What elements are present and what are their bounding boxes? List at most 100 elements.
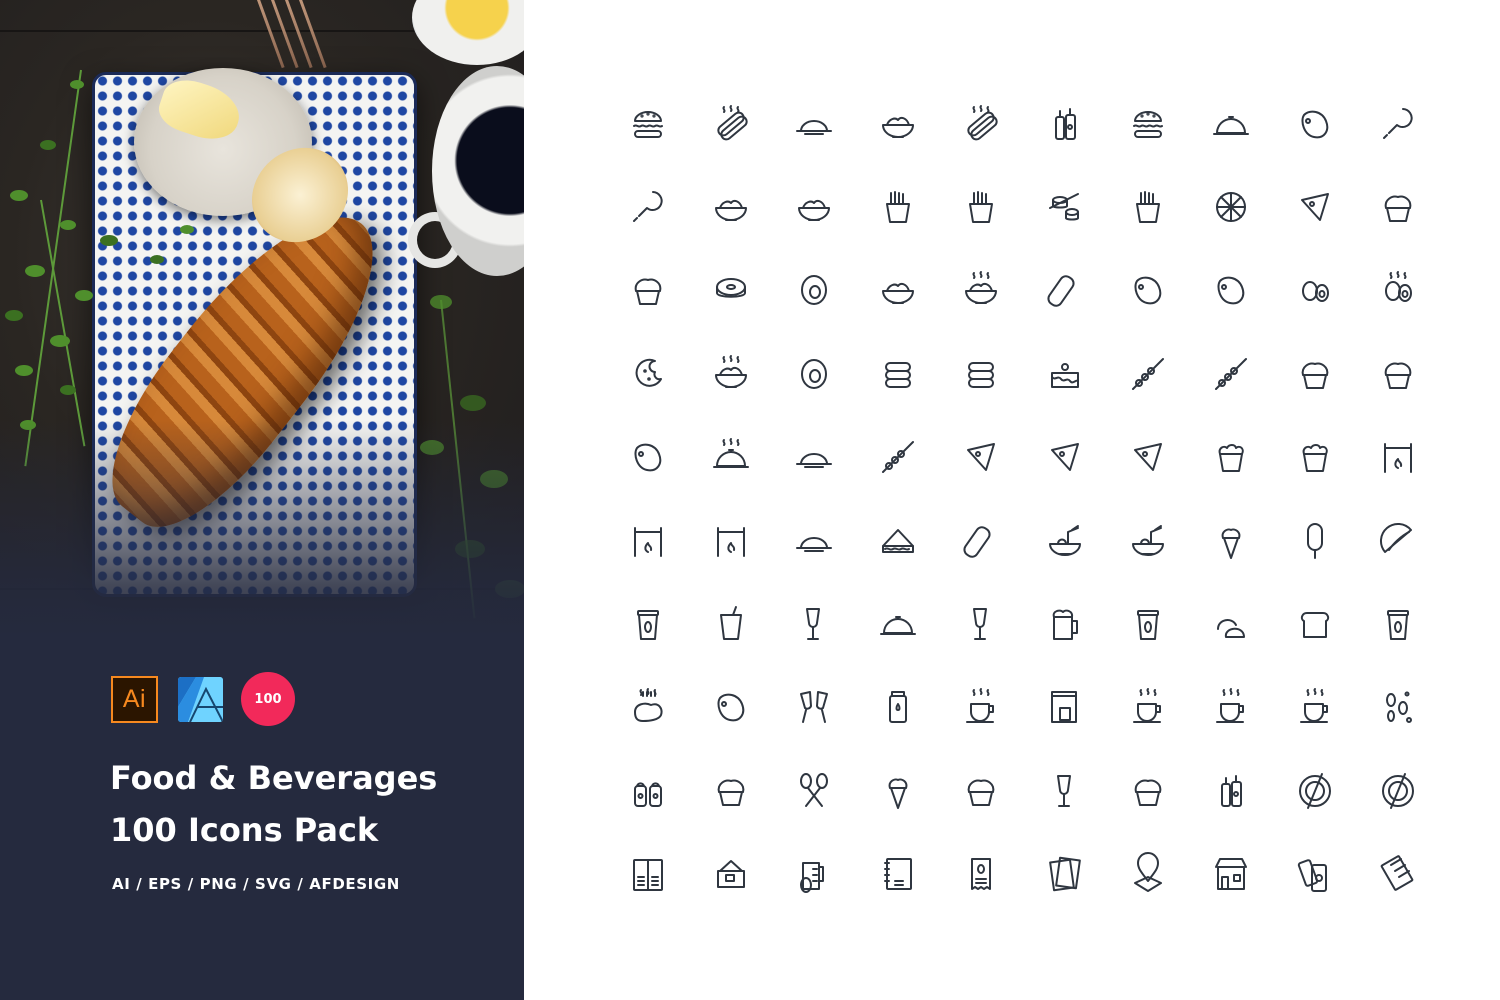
icon-cell bbox=[856, 499, 939, 582]
icon-cell bbox=[1023, 499, 1106, 582]
sauce-bottle-icon bbox=[1221, 774, 1243, 807]
hot-cloche-icon bbox=[713, 438, 750, 469]
chocolate-bar-icon bbox=[1380, 855, 1414, 891]
coffee-and-croissant-icon bbox=[1299, 688, 1328, 724]
icon-cell bbox=[1106, 165, 1189, 248]
hero-photo bbox=[0, 0, 524, 640]
cupcake-candle-icon bbox=[717, 779, 745, 806]
kebab-skewer-icon bbox=[1215, 357, 1248, 390]
pie-icon bbox=[796, 453, 833, 469]
herb-leaf bbox=[75, 290, 93, 301]
cheese-slice-icon bbox=[1050, 443, 1079, 472]
icon-cell bbox=[1023, 749, 1106, 832]
icon-cell bbox=[1106, 666, 1189, 749]
icon-cell bbox=[1273, 499, 1356, 582]
icon-cell bbox=[773, 582, 856, 665]
hot-boiled-egg-icon bbox=[1385, 271, 1413, 303]
champagne-toast-icon bbox=[717, 694, 745, 722]
icon-cell bbox=[1106, 499, 1189, 582]
icon-cell bbox=[856, 165, 939, 248]
icon-cell bbox=[1023, 249, 1106, 332]
bread-loaf-icon bbox=[1300, 612, 1329, 639]
icon-cell bbox=[1023, 165, 1106, 248]
salt-pepper-icon bbox=[633, 782, 662, 807]
icon-cell bbox=[856, 332, 939, 415]
spaghetti-plate-icon bbox=[1132, 524, 1165, 556]
herb-leaf bbox=[430, 295, 452, 309]
hot-dog-mustard-icon bbox=[967, 104, 998, 141]
burger-plain-icon bbox=[1133, 110, 1164, 138]
icon-cell bbox=[1023, 833, 1106, 916]
icon-cell bbox=[1190, 833, 1273, 916]
icon-grid bbox=[606, 82, 1440, 916]
icon-cell bbox=[773, 833, 856, 916]
icon-cell bbox=[606, 749, 689, 832]
icon-cell bbox=[1190, 666, 1273, 749]
flyer-menu-icon bbox=[1048, 856, 1081, 892]
hot-soup-icon bbox=[715, 354, 748, 388]
cocktail-cupcake-icon bbox=[967, 779, 995, 806]
taco-icon bbox=[1380, 522, 1413, 553]
herb-leaf bbox=[70, 80, 84, 89]
icon-cell bbox=[1106, 249, 1189, 332]
icon-cell bbox=[1190, 249, 1273, 332]
file-formats: AI / EPS / PNG / SVG / AFDESIGN bbox=[112, 875, 400, 893]
icon-cell bbox=[606, 82, 689, 165]
cake-cherries-icon bbox=[1050, 362, 1079, 388]
fried-egg-icon bbox=[801, 358, 828, 389]
icon-cell bbox=[1190, 749, 1273, 832]
hot-tea-cup-icon bbox=[966, 688, 995, 724]
ramen-bowl-icon bbox=[1048, 524, 1081, 556]
adobe-illustrator-icon: Ai bbox=[111, 675, 158, 723]
icon-cell bbox=[1023, 416, 1106, 499]
no-food-icon bbox=[1382, 772, 1415, 809]
icon-cell bbox=[1190, 82, 1273, 165]
herb-leaf bbox=[50, 335, 70, 347]
cake-slice-cherry-icon bbox=[967, 443, 996, 472]
icon-cell bbox=[1023, 666, 1106, 749]
pizza-icon bbox=[1216, 192, 1247, 223]
icon-cell bbox=[1106, 82, 1189, 165]
hot-dog-icon bbox=[717, 104, 748, 141]
salad-bowl-icon bbox=[715, 200, 748, 222]
ice-cream-candle-icon bbox=[888, 778, 908, 809]
pudding-cup-icon bbox=[1301, 362, 1329, 389]
fries-with-dip-icon bbox=[969, 191, 994, 224]
spoons-crossed-icon bbox=[800, 772, 829, 807]
icon-cell bbox=[606, 666, 689, 749]
meatball-skewer-icon bbox=[1132, 357, 1165, 390]
icon-cell bbox=[606, 582, 689, 665]
herb-leaf bbox=[15, 365, 33, 376]
herb-leaf bbox=[60, 220, 76, 230]
icon-cell bbox=[773, 416, 856, 499]
icon-cell bbox=[1273, 416, 1356, 499]
spit-roast-icon bbox=[633, 526, 662, 557]
noodle-bowl-icon bbox=[798, 200, 831, 222]
donut-icon bbox=[716, 278, 747, 299]
icon-cell bbox=[856, 833, 939, 916]
icon-cell bbox=[689, 833, 772, 916]
bread-buns-icon bbox=[1217, 619, 1246, 639]
coffee-machine-icon bbox=[1050, 691, 1077, 724]
promo-panel: Ai 100 Food & Beverages 100 Icons Pack A… bbox=[0, 0, 524, 1000]
icon-cell bbox=[773, 666, 856, 749]
no-fish-icon bbox=[1298, 772, 1331, 809]
herb-leaf bbox=[25, 265, 45, 277]
icon-cell bbox=[1273, 749, 1356, 832]
barbecue-grill-icon bbox=[717, 526, 746, 557]
icon-cell bbox=[856, 582, 939, 665]
ketchup-mustard-bottles-icon bbox=[1054, 107, 1076, 140]
icon-cell bbox=[940, 499, 1023, 582]
format-badges: Ai 100 bbox=[111, 672, 295, 726]
pizza-slice-icon bbox=[1300, 193, 1329, 222]
icon-cell bbox=[773, 499, 856, 582]
taco-wrap-icon bbox=[1047, 275, 1075, 308]
avocado-cup-icon bbox=[1137, 610, 1160, 641]
icon-cell bbox=[1190, 416, 1273, 499]
icon-cell bbox=[1190, 582, 1273, 665]
coffee-cup-to-go-icon bbox=[636, 610, 659, 641]
icon-cell bbox=[689, 499, 772, 582]
french-fries-icon bbox=[885, 191, 910, 224]
sushi-rolls-icon bbox=[1048, 193, 1079, 221]
herb-leaf bbox=[10, 190, 28, 201]
